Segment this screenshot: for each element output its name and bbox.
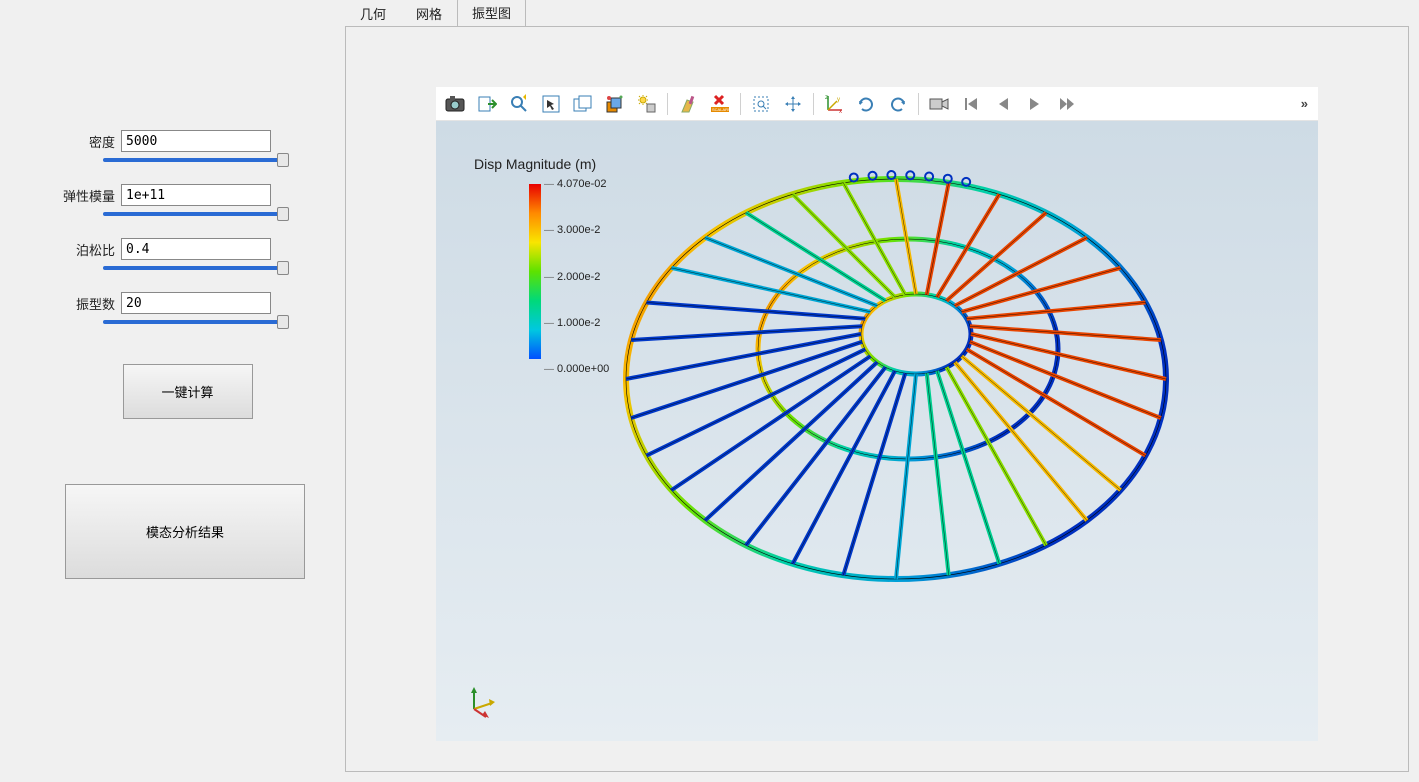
modulus-slider[interactable]: [103, 212, 283, 216]
box-select-icon[interactable]: [568, 90, 598, 118]
viewport-3d[interactable]: Disp Magnitude (m) 4.070e-02 3.000e-2 2.…: [436, 121, 1318, 741]
first-frame-icon[interactable]: [956, 90, 986, 118]
prev-frame-icon[interactable]: [988, 90, 1018, 118]
zoom-fit-icon[interactable]: [504, 90, 534, 118]
model-render: [606, 159, 1186, 589]
select-icon[interactable]: [536, 90, 566, 118]
legend-tick: 0.000e+00: [544, 363, 609, 375]
poisson-label: 泊松比: [60, 240, 115, 259]
legend-tick: 1.000e-2: [544, 317, 600, 329]
density-label: 密度: [60, 132, 115, 151]
rubber-zoom-icon[interactable]: [746, 90, 776, 118]
toolbar-separator: [918, 93, 919, 115]
fast-forward-icon[interactable]: [1052, 90, 1082, 118]
param-modes: 振型数: [60, 292, 315, 314]
svg-text:y: y: [837, 97, 840, 103]
viewport-toolbar: SCALARS z x y: [436, 87, 1318, 121]
rotate-ccw-icon[interactable]: [851, 90, 881, 118]
app-root: 密度 弹性模量 泊松比 振型数 一键计算 模态分析结果: [0, 0, 1419, 782]
modulus-label: 弹性模量: [60, 186, 115, 205]
density-slider[interactable]: [103, 158, 283, 162]
legend-tick: 3.000e-2: [544, 224, 600, 236]
remove-scalar-icon[interactable]: SCALARS: [705, 90, 735, 118]
light-icon[interactable]: [632, 90, 662, 118]
clip-plane-icon[interactable]: [600, 90, 630, 118]
param-poisson: 泊松比: [60, 238, 315, 260]
modes-label: 振型数: [60, 294, 115, 313]
sidebar: 密度 弹性模量 泊松比 振型数 一键计算 模态分析结果: [0, 0, 345, 782]
slider-thumb[interactable]: [277, 153, 289, 167]
toolbar-separator: [740, 93, 741, 115]
param-modulus: 弹性模量: [60, 184, 315, 206]
svg-text:x: x: [839, 109, 842, 114]
axes-icon[interactable]: z x y: [819, 90, 849, 118]
modulus-input[interactable]: [121, 184, 271, 206]
density-slider-row: [60, 158, 315, 162]
legend-tick: 2.000e-2: [544, 271, 600, 283]
poisson-input[interactable]: [121, 238, 271, 260]
play-icon[interactable]: [1020, 90, 1050, 118]
tab-geometry[interactable]: 几何: [345, 0, 401, 27]
legend-title: Disp Magnitude (m): [474, 156, 596, 172]
modes-input[interactable]: [121, 292, 271, 314]
clear-icon[interactable]: [673, 90, 703, 118]
slider-thumb[interactable]: [277, 315, 289, 329]
legend-colorbar: [529, 184, 541, 359]
export-icon[interactable]: [472, 90, 502, 118]
orientation-triad: [464, 685, 498, 719]
poisson-slider[interactable]: [103, 266, 283, 270]
calculate-button[interactable]: 一键计算: [123, 364, 253, 419]
tab-modeshape[interactable]: 振型图: [457, 0, 526, 27]
svg-text:z: z: [825, 95, 828, 101]
tab-mesh[interactable]: 网格: [401, 0, 457, 27]
density-input[interactable]: [121, 130, 271, 152]
modulus-slider-row: [60, 212, 315, 216]
toolbar-overflow[interactable]: »: [1295, 96, 1314, 111]
camera-icon[interactable]: [440, 90, 470, 118]
color-legend: Disp Magnitude (m) 4.070e-02 3.000e-2 2.…: [474, 156, 596, 178]
modes-slider[interactable]: [103, 320, 283, 324]
svg-text:SCALARS: SCALARS: [712, 107, 731, 112]
param-density: 密度: [60, 130, 315, 152]
main-area: 几何 网格 振型图: [345, 0, 1419, 782]
modes-slider-row: [60, 320, 315, 324]
slider-thumb[interactable]: [277, 207, 289, 221]
viewport-panel: SCALARS z x y: [345, 26, 1409, 772]
tabs: 几何 网格 振型图: [345, 0, 1419, 26]
legend-tick: 4.070e-02: [544, 178, 607, 190]
slider-thumb[interactable]: [277, 261, 289, 275]
toolbar-separator: [813, 93, 814, 115]
results-button[interactable]: 模态分析结果: [65, 484, 305, 579]
toolbar-separator: [667, 93, 668, 115]
pan-icon[interactable]: [778, 90, 808, 118]
poisson-slider-row: [60, 266, 315, 270]
record-icon[interactable]: [924, 90, 954, 118]
rotate-cw-icon[interactable]: [883, 90, 913, 118]
